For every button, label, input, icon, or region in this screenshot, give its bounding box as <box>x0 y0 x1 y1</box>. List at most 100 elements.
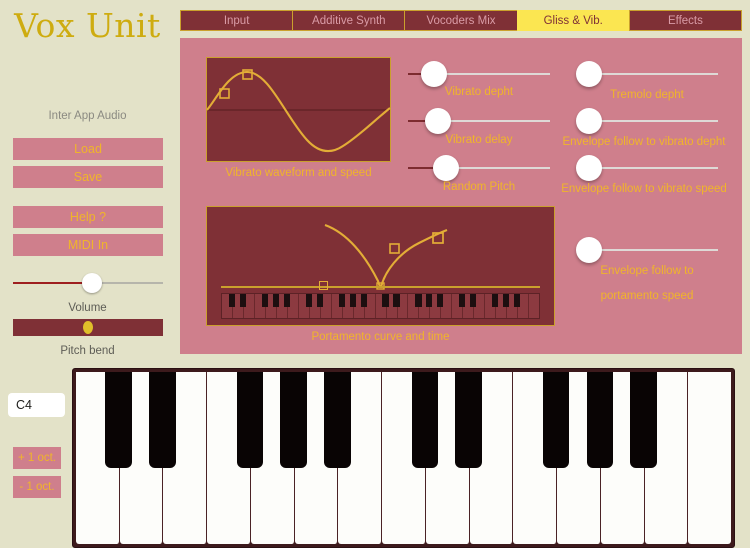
mini-piano-white-key[interactable] <box>255 294 268 318</box>
mini-piano-black-key[interactable] <box>382 294 389 308</box>
tab-input[interactable]: Input <box>180 10 293 31</box>
piano-white-key[interactable] <box>382 372 439 544</box>
env-follow-portamento-speed-knob[interactable] <box>576 237 602 263</box>
piano-white-key[interactable] <box>76 372 132 544</box>
mini-piano-black-key[interactable] <box>503 294 510 308</box>
mini-piano-black-key[interactable] <box>338 294 345 308</box>
portamento-curve-left[interactable] <box>324 224 381 288</box>
slider-track-empty <box>434 120 550 122</box>
load-button[interactable]: Load <box>13 138 163 160</box>
piano-black-key[interactable] <box>280 372 307 469</box>
mini-keyboard[interactable] <box>221 293 540 319</box>
mini-piano-black-key[interactable] <box>283 294 290 308</box>
portamento-handle-1[interactable] <box>389 243 400 254</box>
mini-piano-black-key[interactable] <box>459 294 466 308</box>
volume-knob[interactable] <box>82 273 102 293</box>
env-follow-vibrato-speed-slider[interactable] <box>576 155 718 181</box>
mini-piano-white-key[interactable] <box>376 294 389 318</box>
piano-white-key[interactable] <box>513 372 570 544</box>
mini-piano-black-key[interactable] <box>437 294 444 308</box>
vibrato-delay-knob[interactable] <box>425 108 451 134</box>
octave-up-button[interactable]: + 1 oct. <box>13 447 61 469</box>
random-pitch-knob[interactable] <box>433 155 459 181</box>
tab-effects[interactable]: Effects <box>628 10 743 31</box>
piano-black-key[interactable] <box>324 372 351 469</box>
portamento-graph-caption: Portamento curve and time <box>311 331 450 343</box>
mini-piano-black-key[interactable] <box>514 294 521 308</box>
help-button[interactable]: Help ? <box>13 206 163 228</box>
piano-black-key[interactable] <box>236 372 264 469</box>
midi-in-button[interactable]: MIDI In <box>13 234 163 256</box>
tab-vocoders-mix[interactable]: Vocoders Mix <box>404 10 517 31</box>
tab-additive-synth[interactable]: Additive Synth <box>292 10 405 31</box>
mini-piano-black-key[interactable] <box>470 294 477 308</box>
pitch-bend-handle[interactable] <box>83 321 93 334</box>
piano-black-key[interactable] <box>586 372 614 469</box>
mini-piano-black-key[interactable] <box>349 294 356 308</box>
env-follow-vibrato-depht-slider[interactable] <box>576 108 718 134</box>
mini-piano-black-key[interactable] <box>239 294 247 308</box>
piano-white-key[interactable] <box>207 372 264 544</box>
mini-piano-white-key[interactable] <box>452 294 466 318</box>
env-follow-vibrato-depht-knob[interactable] <box>576 108 602 134</box>
vibrato-delay-slider[interactable] <box>408 108 550 134</box>
mini-piano-white-key[interactable] <box>529 294 539 318</box>
piano-black-key[interactable] <box>630 372 657 469</box>
volume-label: Volume <box>68 302 107 314</box>
piano-black-key[interactable] <box>542 372 570 469</box>
inter-app-audio-label: Inter App Audio <box>48 110 127 122</box>
octave-down-button[interactable]: - 1 oct. <box>13 476 61 498</box>
mini-piano-white-key[interactable] <box>408 294 422 318</box>
env-follow-vibrato-speed-label: Envelope follow to vibrato speed <box>561 183 727 195</box>
app-title: Vox Unit <box>14 6 161 45</box>
piano-black-key[interactable] <box>149 372 176 469</box>
env-follow-portamento-speed-label-line2: portamento speed <box>600 290 694 302</box>
slider-track-empty <box>430 73 550 75</box>
portamento-time-handle[interactable] <box>319 281 328 290</box>
mini-piano-black-key[interactable] <box>316 294 323 308</box>
mini-piano-black-key[interactable] <box>228 294 236 308</box>
main-keyboard[interactable] <box>72 368 735 548</box>
piano-black-key[interactable] <box>455 372 482 469</box>
mini-piano-black-key[interactable] <box>415 294 422 308</box>
mini-piano-black-key[interactable] <box>360 294 367 308</box>
mini-piano-black-key[interactable] <box>272 294 279 308</box>
tremolo-depht-knob[interactable] <box>576 61 602 87</box>
tab-bar: Input Additive Synth Vocoders Mix Gliss … <box>180 10 743 31</box>
save-button[interactable]: Save <box>13 166 163 188</box>
random-pitch-slider[interactable] <box>408 155 550 181</box>
mini-piano-black-key[interactable] <box>393 294 400 308</box>
tab-gliss-vib[interactable]: Gliss & Vib. <box>516 10 629 31</box>
piano-white-key[interactable] <box>688 372 732 544</box>
volume-track-filled <box>13 282 91 284</box>
mini-piano-black-key[interactable] <box>492 294 499 308</box>
piano-black-key[interactable] <box>105 372 132 469</box>
piano-black-key[interactable] <box>411 372 439 469</box>
tremolo-depht-slider[interactable] <box>576 61 718 87</box>
portamento-time-track[interactable] <box>221 286 540 288</box>
env-follow-vibrato-speed-knob[interactable] <box>576 155 602 181</box>
mini-piano-white-key[interactable] <box>332 294 345 318</box>
mini-piano-black-key[interactable] <box>261 294 268 308</box>
vibrato-depht-label: Vibrato depht <box>444 86 514 98</box>
pitch-bend-label: Pitch bend <box>60 345 115 357</box>
env-follow-vibrato-depht-label: Envelope follow to vibrato depht <box>562 136 726 148</box>
vibrato-waveform-graph[interactable] <box>206 57 391 162</box>
portamento-curve-graph[interactable] <box>206 206 555 326</box>
note-input[interactable] <box>8 393 65 417</box>
mini-piano-black-key[interactable] <box>426 294 433 308</box>
env-follow-portamento-speed-slider[interactable] <box>576 237 718 263</box>
tremolo-depht-label: Tremolo depht <box>610 89 684 101</box>
env-follow-portamento-speed-label-line1: Envelope follow to <box>600 265 694 277</box>
vibrato-curve[interactable] <box>206 70 391 153</box>
mini-piano-white-key[interactable] <box>222 294 236 318</box>
mini-piano-white-key[interactable] <box>485 294 499 318</box>
mini-piano-white-key[interactable] <box>299 294 312 318</box>
vibrato-delay-label: Vibrato delay <box>445 134 513 146</box>
pitch-bend-slider[interactable] <box>13 319 163 336</box>
volume-slider[interactable] <box>13 273 163 293</box>
portamento-curve-right[interactable] <box>379 229 448 288</box>
mini-piano-black-key[interactable] <box>305 294 312 308</box>
random-pitch-label: Random Pitch <box>442 181 516 193</box>
gliss-vib-panel: Vibrato waveform and speed Portamento cu… <box>180 38 742 354</box>
